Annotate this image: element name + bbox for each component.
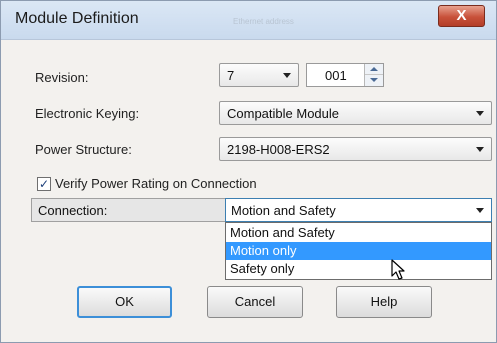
close-icon: X bbox=[456, 7, 467, 24]
chevron-down-icon bbox=[476, 147, 484, 152]
spinner-buttons bbox=[364, 64, 383, 86]
arrow-up-icon bbox=[370, 67, 378, 71]
check-icon: ✓ bbox=[38, 177, 50, 191]
ok-button[interactable]: OK bbox=[77, 286, 172, 318]
connection-value: Motion and Safety bbox=[231, 203, 336, 218]
connection-label-box: Connection: bbox=[31, 198, 226, 222]
cancel-button[interactable]: Cancel bbox=[207, 286, 303, 318]
spinner-up-button[interactable] bbox=[365, 64, 383, 75]
power-structure-select[interactable]: 2198-H008-ERS2 bbox=[219, 137, 492, 161]
chevron-down-icon bbox=[283, 73, 291, 78]
spinner-down-button[interactable] bbox=[365, 75, 383, 86]
title-bar: Module Definition Ethernet address X bbox=[1, 1, 496, 40]
help-button[interactable]: Help bbox=[336, 286, 432, 318]
revision-major-select[interactable]: 7 bbox=[219, 63, 299, 87]
mouse-pointer-icon bbox=[391, 259, 405, 280]
power-structure-label: Power Structure: bbox=[35, 142, 132, 157]
power-structure-value: 2198-H008-ERS2 bbox=[227, 142, 330, 157]
connection-select[interactable]: Motion and Safety bbox=[225, 198, 492, 222]
dropdown-option-safety-only[interactable]: Safety only bbox=[226, 260, 491, 278]
close-button[interactable]: X bbox=[438, 5, 485, 27]
verify-power-checkbox[interactable]: ✓ bbox=[37, 177, 51, 191]
faded-title-text: Ethernet address bbox=[233, 17, 294, 26]
revision-label: Revision: bbox=[35, 70, 89, 85]
electronic-keying-label: Electronic Keying: bbox=[35, 106, 140, 121]
dialog-title: Module Definition bbox=[15, 10, 139, 27]
electronic-keying-value: Compatible Module bbox=[227, 106, 340, 121]
revision-minor-spinner[interactable]: 001 bbox=[306, 63, 384, 87]
arrow-down-icon bbox=[370, 78, 378, 82]
chevron-down-icon bbox=[476, 208, 484, 213]
dropdown-option-motion-only[interactable]: Motion only bbox=[226, 242, 491, 260]
revision-minor-value: 001 bbox=[325, 68, 347, 83]
revision-major-value: 7 bbox=[227, 68, 235, 83]
connection-dropdown-list: Motion and Safety Motion only Safety onl… bbox=[225, 222, 492, 280]
verify-power-label[interactable]: Verify Power Rating on Connection bbox=[55, 176, 257, 191]
module-definition-dialog: Module Definition Ethernet address X Rev… bbox=[0, 0, 497, 343]
dropdown-option-motion-and-safety[interactable]: Motion and Safety bbox=[226, 224, 491, 242]
chevron-down-icon bbox=[476, 111, 484, 116]
connection-label: Connection: bbox=[38, 203, 108, 218]
electronic-keying-select[interactable]: Compatible Module bbox=[219, 101, 492, 125]
